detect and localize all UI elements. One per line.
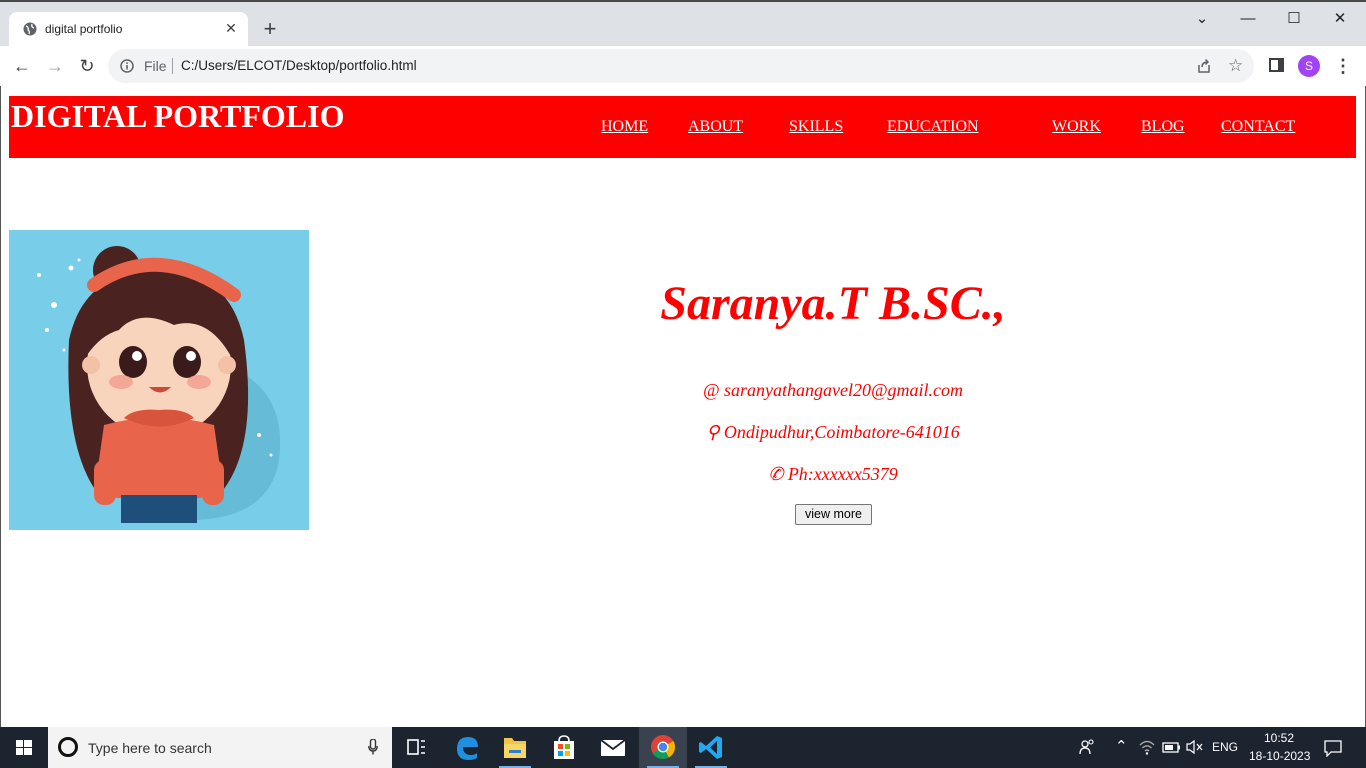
side-panel-icon[interactable]: [1269, 58, 1284, 72]
browser-title-bar: digital portfolio ✕ + ⌄ — ☐ ✕: [0, 0, 1366, 48]
taskbar-mail[interactable]: [589, 727, 637, 768]
web-page: DIGITAL PORTFOLIO HOME ABOUT SKILLS EDUC…: [0, 86, 1366, 727]
close-window-button[interactable]: ✕: [1317, 6, 1363, 32]
maximize-button[interactable]: ☐: [1271, 6, 1317, 32]
cartoon-girl-image: [9, 230, 309, 530]
vscode-icon: [699, 736, 722, 759]
volume-muted-icon[interactable]: [1186, 739, 1204, 755]
folder-icon: [504, 738, 526, 758]
nav-home[interactable]: HOME: [601, 118, 648, 136]
address-line: ⚲ Ondipudhur,Coimbatore-641016: [706, 422, 960, 442]
profile-name: Saranya.T B.SC.,: [660, 277, 1006, 330]
nav-blog[interactable]: BLOG: [1141, 118, 1185, 136]
clock-time[interactable]: 10:52: [1264, 731, 1294, 745]
taskbar-file-explorer[interactable]: [491, 727, 539, 768]
search-icon: [58, 737, 78, 757]
back-button[interactable]: ←: [10, 54, 34, 78]
tab-close-icon[interactable]: ✕: [222, 19, 240, 37]
profile-avatar[interactable]: S: [1298, 55, 1320, 77]
mail-icon: [600, 739, 626, 756]
nav-contact[interactable]: CONTACT: [1221, 118, 1295, 136]
site-header: DIGITAL PORTFOLIO HOME ABOUT SKILLS EDUC…: [9, 96, 1356, 158]
bookmark-star-icon[interactable]: ☆: [1228, 56, 1243, 76]
people-icon[interactable]: [1078, 738, 1096, 756]
start-button[interactable]: [0, 727, 48, 768]
notifications-icon[interactable]: [1323, 739, 1343, 757]
task-view-icon: [407, 739, 425, 755]
globe-icon: [23, 22, 37, 36]
show-hidden-icons-icon[interactable]: ⌃: [1115, 737, 1128, 755]
task-view-button[interactable]: [392, 727, 440, 768]
browser-tab[interactable]: digital portfolio ✕: [9, 12, 248, 48]
site-title: DIGITAL PORTFOLIO: [11, 98, 345, 134]
taskbar-search-box[interactable]: Type here to search: [48, 727, 392, 768]
browser-menu-icon[interactable]: ⋮: [1334, 55, 1352, 77]
minimize-button[interactable]: —: [1225, 6, 1271, 32]
reload-button[interactable]: ↻: [75, 54, 99, 78]
store-icon: [554, 735, 574, 759]
taskbar-vscode[interactable]: [687, 727, 735, 768]
new-tab-button[interactable]: +: [259, 18, 281, 40]
windows-logo-icon: [16, 740, 32, 755]
browser-toolbar: ← → ↻ File C:/Users/ELCOT/Desktop/portfo…: [0, 46, 1366, 86]
microphone-icon[interactable]: [368, 739, 378, 755]
address-bar[interactable]: File C:/Users/ELCOT/Desktop/portfolio.ht…: [108, 49, 1254, 83]
nav-education[interactable]: EDUCATION: [887, 118, 979, 136]
search-placeholder: Type here to search: [88, 740, 212, 756]
tab-search-dropdown-icon[interactable]: ⌄: [1179, 6, 1225, 32]
language-indicator[interactable]: ENG: [1212, 740, 1238, 754]
edge-icon: [457, 737, 478, 760]
taskbar-chrome[interactable]: [639, 727, 687, 768]
view-more-button[interactable]: view more: [795, 504, 872, 525]
nav-about[interactable]: ABOUT: [688, 118, 743, 136]
nav-skills[interactable]: SKILLS: [789, 118, 843, 136]
tab-title: digital portfolio: [45, 22, 123, 36]
info-icon[interactable]: [120, 59, 134, 73]
url-text[interactable]: C:/Users/ELCOT/Desktop/portfolio.html: [181, 58, 417, 73]
email-line: @ saranyathangavel20@gmail.com: [702, 380, 964, 400]
phone-line: ✆ Ph:xxxxxx5379: [768, 464, 898, 484]
profile-illustration: [9, 230, 309, 530]
address-separator: [172, 58, 173, 74]
taskbar-store[interactable]: [540, 727, 588, 768]
share-icon[interactable]: [1196, 58, 1212, 74]
windows-taskbar: Type here to search ⌃ ENG 10:52 18-10-20…: [0, 727, 1366, 768]
wifi-icon[interactable]: [1138, 738, 1156, 756]
clock-date[interactable]: 18-10-2023: [1249, 749, 1310, 763]
forward-button[interactable]: →: [43, 54, 67, 78]
nav-work[interactable]: WORK: [1052, 118, 1101, 136]
taskbar-edge[interactable]: [443, 727, 491, 768]
battery-icon[interactable]: [1162, 739, 1182, 755]
scheme-label: File: [144, 58, 167, 74]
chrome-icon: [651, 735, 676, 760]
